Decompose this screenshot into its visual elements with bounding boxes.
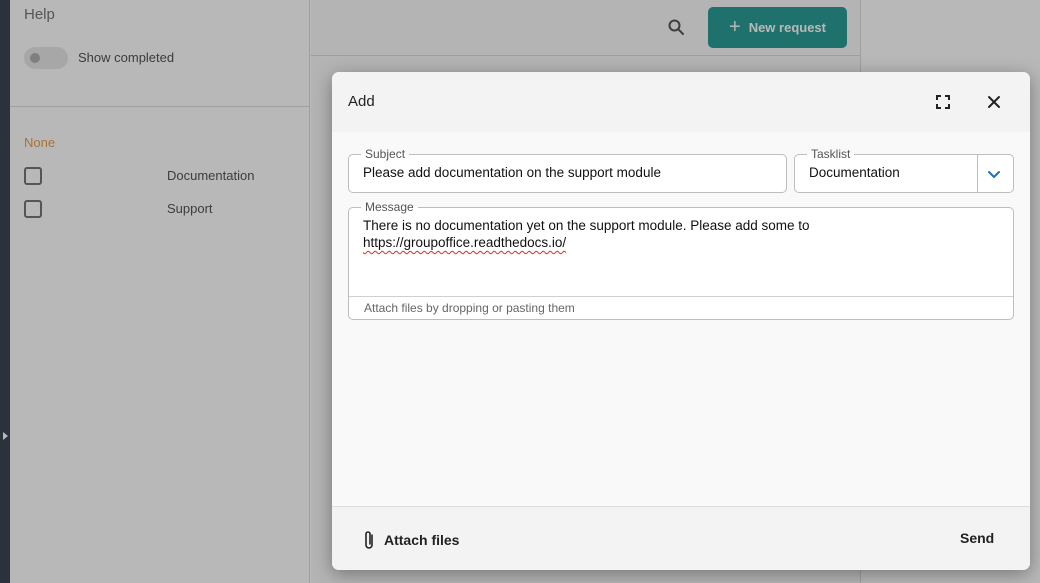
message-field[interactable]: Message There is no documentation yet on…	[348, 200, 1014, 320]
dialog-header: Add	[332, 72, 1030, 132]
message-link: https://groupoffice.readthedocs.io/	[363, 235, 567, 250]
dialog-body: Subject Please add documentation on the …	[332, 132, 1030, 506]
attach-files-label: Attach files	[384, 532, 460, 548]
message-label: Message	[361, 200, 418, 214]
close-button[interactable]	[980, 88, 1008, 116]
send-button[interactable]: Send	[960, 530, 994, 546]
tasklist-divider	[977, 155, 978, 192]
subject-label: Subject	[361, 147, 410, 161]
dialog-title: Add	[348, 93, 375, 110]
tasklist-value[interactable]: Documentation	[809, 165, 900, 180]
maximize-button[interactable]	[929, 88, 957, 116]
message-line: There is no documentation yet on the sup…	[363, 218, 810, 233]
close-icon	[988, 96, 1000, 108]
tasklist-select[interactable]: Tasklist Documentation	[794, 147, 1014, 193]
maximize-icon	[936, 95, 950, 109]
paperclip-icon	[365, 531, 373, 549]
attach-drop-zone[interactable]: Attach files by dropping or pasting them	[349, 296, 1013, 319]
dialog-footer: Attach files Send	[332, 506, 1030, 570]
add-dialog: Add Subject Please add documentation on …	[332, 72, 1030, 570]
tasklist-label: Tasklist	[807, 147, 855, 161]
message-textarea[interactable]: There is no documentation yet on the sup…	[363, 217, 983, 251]
subject-value[interactable]: Please add documentation on the support …	[363, 165, 661, 180]
attach-files-button[interactable]: Attach files	[362, 528, 459, 552]
subject-field[interactable]: Subject Please add documentation on the …	[348, 147, 787, 193]
attach-hint: Attach files by dropping or pasting them	[364, 301, 575, 315]
chevron-down-icon[interactable]	[985, 165, 1003, 183]
